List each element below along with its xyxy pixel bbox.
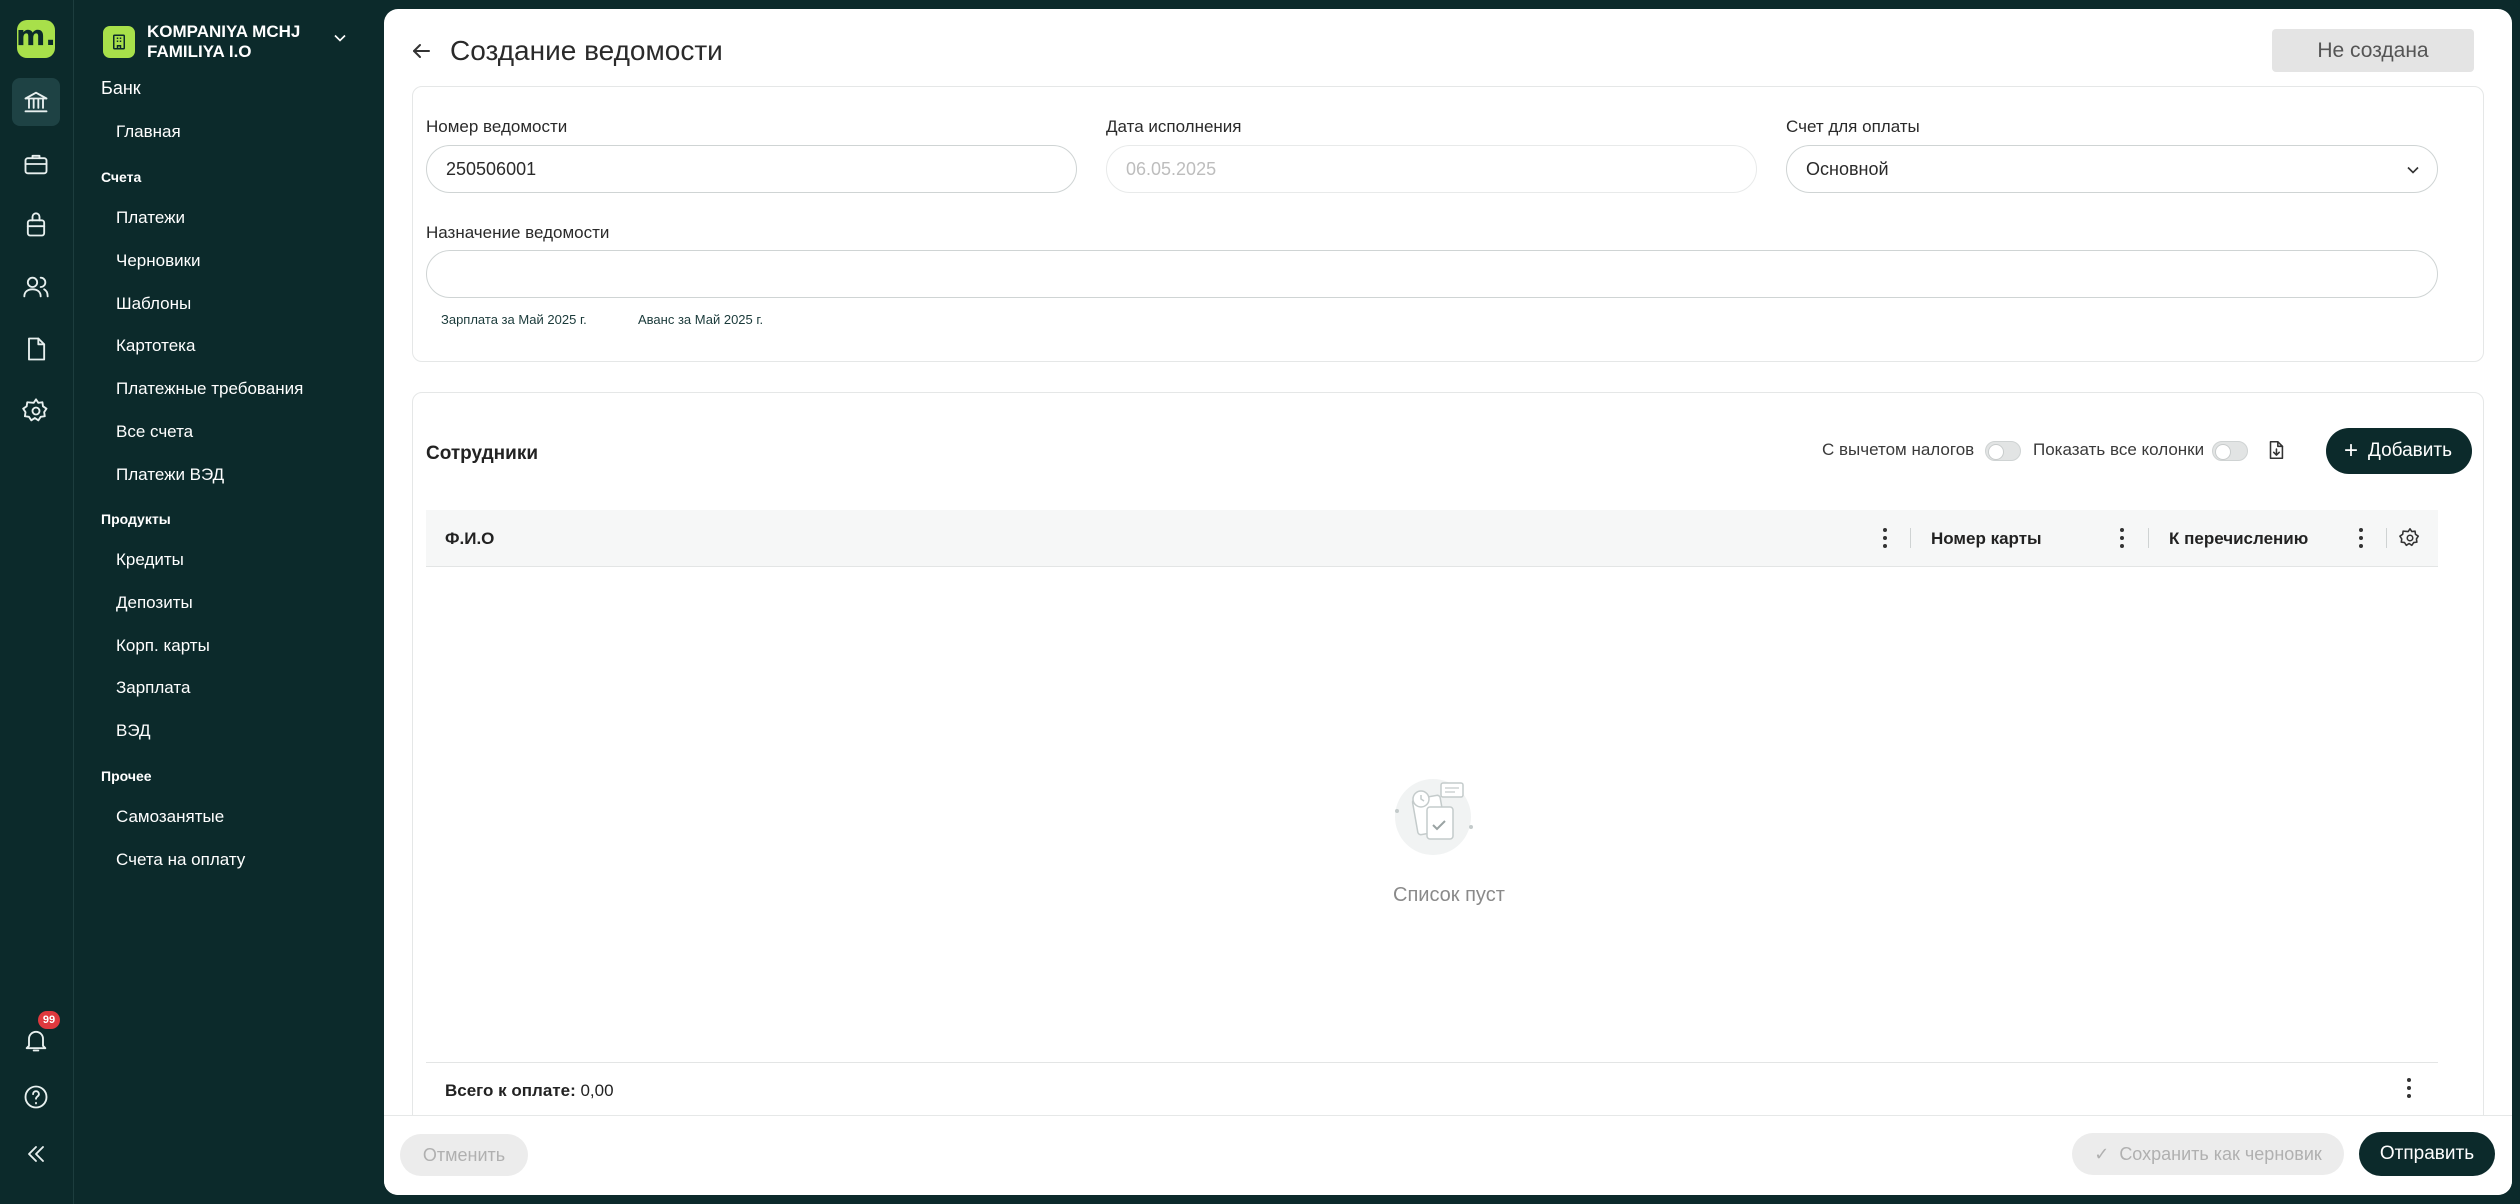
collapse-icon[interactable] (12, 1130, 60, 1178)
add-employee-button[interactable]: + Добавить (2326, 428, 2472, 474)
bell-icon[interactable]: 99 (12, 1011, 60, 1064)
bottom-action-bar: Отменить ✓ Сохранить как черновик Отправ… (384, 1115, 2512, 1195)
statement-form-panel: Номер ведомости 250506001 Дата исполнени… (412, 86, 2484, 362)
nav-section-products: Продукты (101, 511, 171, 527)
column-header-to-transfer[interactable]: К перечислению (2169, 529, 2308, 549)
sidebar-item-home[interactable]: Главная (116, 122, 181, 142)
column-menu-icon[interactable] (1882, 528, 1888, 548)
document-icon[interactable] (12, 325, 60, 373)
purpose-suggestion-advance[interactable]: Аванс за Май 2025 г. (638, 312, 763, 327)
icon-rail: m. 99 (0, 0, 74, 1204)
nav-section-accounts: Счета (101, 169, 142, 185)
bag-icon[interactable] (12, 201, 60, 249)
sidebar-item-templates[interactable]: Шаблоны (116, 294, 191, 314)
sidebar-nav: KOMPANIYA MCHJ FAMILIYA I.O Банк Главная… (75, 0, 385, 1204)
sidebar-item-invoices[interactable]: Счета на оплату (116, 850, 245, 870)
column-divider (1910, 528, 1911, 548)
sidebar-item-payments[interactable]: Платежи (116, 208, 185, 228)
sidebar-item-fea[interactable]: ВЭД (116, 721, 151, 741)
column-menu-icon[interactable] (2358, 528, 2364, 548)
sidebar-item-salary[interactable]: Зарплата (116, 678, 190, 698)
nav-heading-bank: Банк (101, 78, 141, 98)
status-badge: Не создана (2272, 29, 2474, 72)
purpose-input[interactable] (426, 250, 2438, 298)
statement-number-field[interactable]: 250506001 (426, 145, 1077, 193)
users-icon[interactable] (12, 263, 60, 311)
sidebar-item-deposits[interactable]: Депозиты (116, 593, 193, 613)
sidebar-item-corp-cards[interactable]: Корп. карты (116, 636, 210, 656)
purpose-suggestion-salary[interactable]: Зарплата за Май 2025 г. (441, 312, 587, 327)
back-arrow-icon[interactable] (409, 39, 433, 63)
empty-list-text: Список пуст (1393, 884, 1505, 906)
plus-icon: + (2344, 437, 2359, 464)
save-draft-button[interactable]: ✓ Сохранить как черновик (2072, 1133, 2344, 1175)
payment-account-select[interactable]: Основной (1786, 145, 2438, 193)
account-label: Счет для оплаты (1786, 117, 1920, 136)
sidebar-item-card-index[interactable]: Картотека (116, 336, 195, 356)
empty-list-illustration (1395, 779, 1473, 855)
chevron-down-icon (2403, 160, 2423, 180)
nav-section-other: Прочее (101, 768, 152, 784)
columns-toggle-label: Показать все колонки (2033, 440, 2205, 459)
number-label: Номер ведомости (426, 117, 568, 136)
statement-number-value: 250506001 (446, 158, 537, 179)
add-employee-label: Добавить (2368, 440, 2452, 461)
sidebar-item-self-employed[interactable]: Самозанятые (116, 807, 224, 827)
column-menu-icon[interactable] (2119, 528, 2125, 548)
footer-menu-icon[interactable] (2406, 1078, 2412, 1098)
chevron-down-icon[interactable] (330, 28, 350, 48)
company-switcher[interactable]: KOMPANIYA MCHJ FAMILIYA I.O (103, 22, 327, 62)
company-name: KOMPANIYA MCHJ FAMILIYA I.O (147, 22, 301, 61)
purpose-label: Назначение ведомости (426, 223, 610, 242)
logo-glyph: m. (16, 19, 56, 52)
table-header: Ф.И.О Номер карты К перечислению (426, 510, 2438, 567)
columns-toggle[interactable] (2212, 441, 2248, 461)
total-amount: Всего к оплате: 0,00 (445, 1081, 614, 1101)
taxes-toggle[interactable] (1985, 441, 2021, 461)
bank-icon[interactable] (12, 78, 60, 126)
sidebar-item-payment-requests[interactable]: Платежные требования (116, 379, 303, 399)
check-icon: ✓ (2094, 1143, 2110, 1164)
employees-panel: Сотрудники С вычетом налогов Показать вс… (412, 392, 2484, 1132)
download-file-icon[interactable] (2260, 434, 2292, 466)
app-logo[interactable]: m. (16, 19, 56, 58)
column-divider (2386, 528, 2387, 548)
column-header-name[interactable]: Ф.И.О (445, 529, 494, 549)
column-header-card-number[interactable]: Номер карты (1931, 529, 2042, 549)
sidebar-item-fea-payments[interactable]: Платежи ВЭД (116, 465, 224, 485)
briefcase-icon[interactable] (12, 140, 60, 188)
sidebar-item-all-accounts[interactable]: Все счета (116, 422, 193, 442)
main-content: Создание ведомости Не создана Номер ведо… (384, 9, 2512, 1195)
execution-date-field: 06.05.2025 (1106, 145, 1757, 193)
taxes-toggle-label: С вычетом налогов (1822, 440, 1975, 459)
date-label: Дата исполнения (1106, 117, 1242, 136)
send-button[interactable]: Отправить (2359, 1132, 2495, 1176)
employees-title: Сотрудники (426, 443, 539, 464)
payment-account-value: Основной (1806, 158, 1889, 179)
building-icon (103, 26, 135, 58)
sidebar-item-credits[interactable]: Кредиты (116, 550, 184, 570)
sidebar-item-drafts[interactable]: Черновики (116, 251, 201, 271)
execution-date-value: 06.05.2025 (1126, 158, 1217, 179)
page-title: Создание ведомости (450, 35, 723, 66)
table-settings-icon[interactable] (2394, 522, 2426, 554)
table-footer-divider (426, 1062, 2438, 1063)
save-draft-label: Сохранить как черновик (2119, 1143, 2322, 1164)
total-label: Всего к оплате: (445, 1081, 576, 1100)
cancel-button[interactable]: Отменить (400, 1134, 528, 1176)
settings-icon[interactable] (12, 387, 60, 435)
total-value: 0,00 (580, 1081, 614, 1100)
column-divider (2148, 528, 2149, 548)
help-icon[interactable] (12, 1073, 60, 1121)
notifications-badge: 99 (38, 1011, 60, 1029)
